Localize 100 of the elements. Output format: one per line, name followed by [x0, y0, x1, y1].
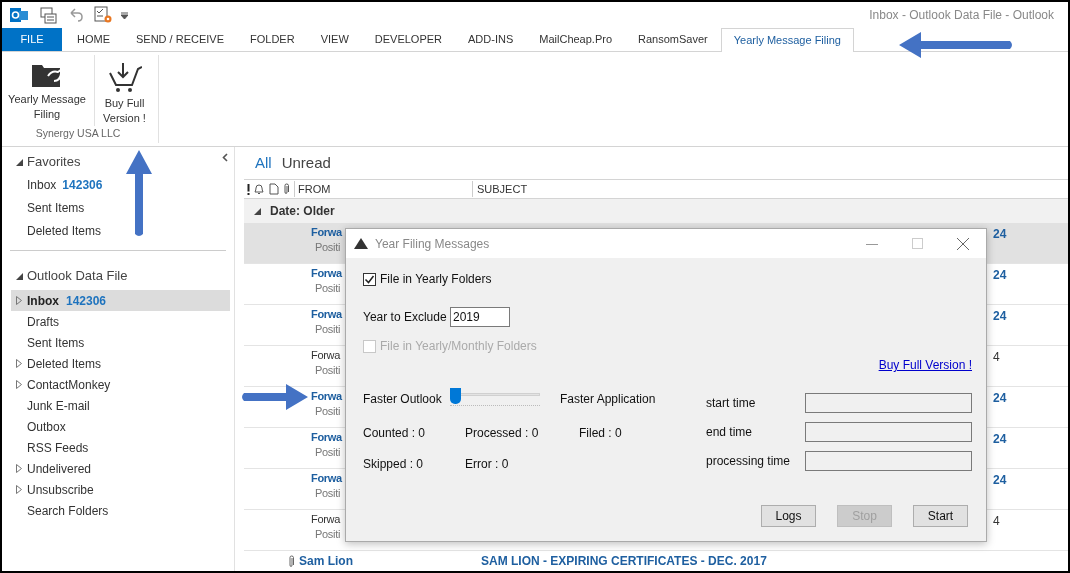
mountain-icon [354, 238, 368, 249]
buy-full-version-link[interactable]: Buy Full Version ! [878, 356, 972, 374]
cart-icon [107, 61, 142, 93]
folder-item[interactable]: Deleted Items [11, 353, 230, 374]
dialog-button[interactable]: Start [913, 505, 968, 527]
ribbon-group-label: Synergy USA LLC [34, 126, 122, 142]
slider-label: Faster Outlook [363, 391, 443, 408]
folder-item[interactable]: Sent Items [11, 332, 230, 353]
dropdown-icon[interactable] [121, 11, 128, 19]
ribbon-tab[interactable]: RansomSaver [625, 28, 721, 51]
preview-text: Positi [315, 363, 341, 378]
paperclip-icon [287, 554, 295, 568]
sender-text: Forwa [311, 430, 342, 445]
sender-text: Forwa [311, 471, 342, 486]
slider-thumb[interactable] [450, 388, 461, 404]
preview-text: Positi [315, 486, 341, 501]
column-heading[interactable]: FROM [294, 180, 472, 198]
filter-tab[interactable]: All [255, 151, 272, 175]
folder-item[interactable]: Search Folders [11, 500, 230, 521]
expand-triangle-icon[interactable] [16, 485, 22, 494]
message-row[interactable]: Sam Lion SAM LION - EXPIRING CERTIFICATES - DEC. 2017 [244, 551, 1068, 571]
window-title: Inbox - Outlook Data File - Outlook [869, 7, 1054, 24]
expand-triangle-icon[interactable] [16, 464, 22, 473]
undo-icon[interactable] [69, 8, 84, 22]
expand-triangle-icon[interactable] [16, 359, 22, 368]
preview-text: Positi [315, 240, 341, 255]
paperclip-icon[interactable] [282, 183, 290, 195]
time-text: 24 [992, 390, 1008, 407]
checkbox[interactable] [363, 272, 376, 286]
ribbon-tab[interactable]: DEVELOPER [361, 28, 456, 51]
checkbox-label: File in Yearly/Monthly Folders [380, 338, 537, 355]
field-label: start time [706, 395, 757, 412]
ribbon-tab[interactable]: HOME [64, 28, 123, 51]
collapse-triangle-icon[interactable] [16, 158, 23, 166]
field-label: Year to Exclude [363, 309, 448, 326]
time-text: 24 [992, 431, 1008, 448]
expand-triangle-icon[interactable] [16, 296, 22, 305]
time-text: 24 [992, 267, 1008, 284]
section-header[interactable]: Favorites [27, 152, 81, 172]
preview-text: Positi [315, 322, 341, 337]
time-field[interactable] [805, 393, 972, 413]
time-field[interactable] [805, 422, 972, 442]
collapse-pane-icon[interactable] [222, 153, 228, 162]
ribbon-tab[interactable]: FILE [2, 28, 62, 51]
stat-text: Filed : 0 [579, 425, 623, 442]
dialog-button[interactable]: Logs [761, 505, 816, 527]
ribbon-button[interactable]: Buy Full Version ! [94, 55, 154, 127]
outlook-app-icon[interactable] [10, 6, 28, 24]
folder-item[interactable]: Inbox 142306 [11, 290, 230, 311]
folder-item[interactable]: Deleted Items [2, 219, 234, 242]
unread-count: 142306 [66, 292, 107, 310]
folder-item[interactable]: Undelivered [11, 458, 230, 479]
time-field[interactable] [805, 451, 972, 471]
year-input-field[interactable]: 2019 [450, 307, 510, 327]
ribbon-tab[interactable]: SEND / RECEIVE [123, 28, 238, 51]
folder-item[interactable]: ContactMonkey [11, 374, 230, 395]
folder-item[interactable]: Junk E-mail [11, 395, 230, 416]
group-header[interactable]: Date: Older [244, 199, 1068, 223]
ribbon-tab[interactable]: Yearly Message Filing [720, 28, 854, 52]
filter-tab[interactable]: Unread [281, 151, 331, 175]
folder-item[interactable]: RSS Feeds [11, 437, 230, 458]
ribbon-tab[interactable]: ADD-INS [455, 28, 527, 51]
document-icon[interactable] [269, 183, 279, 195]
settings-icon[interactable] [94, 6, 113, 24]
bell-icon[interactable] [253, 183, 265, 195]
expand-triangle-icon[interactable] [16, 380, 22, 389]
column-heading[interactable]: SUBJECT [472, 180, 528, 198]
time-text: 24 [992, 308, 1008, 325]
slider-label: Faster Application [560, 391, 656, 408]
folder-item[interactable]: Outbox [11, 416, 230, 437]
sender-text: Forwa [311, 225, 342, 240]
folder-item[interactable]: Drafts [11, 311, 230, 332]
preview-text: Positi [315, 281, 341, 296]
annotation-arrow [240, 384, 308, 410]
folder-item[interactable]: Unsubscribe [11, 479, 230, 500]
field-label: end time [706, 424, 754, 441]
exclamation-icon[interactable] [247, 183, 250, 195]
time-text: 24 [992, 472, 1008, 489]
stat-text: Counted : 0 [363, 425, 427, 442]
collapse-triangle-icon[interactable] [254, 207, 261, 215]
preview-text: Positi [315, 527, 341, 542]
folder-item[interactable]: Sent Items [2, 196, 234, 219]
ribbon-tab[interactable]: VIEW [307, 28, 362, 51]
section-header[interactable]: Outlook Data File [27, 266, 128, 286]
preview-text: Positi [315, 445, 341, 460]
close-icon[interactable] [957, 237, 969, 250]
stat-text: Error : 0 [465, 456, 510, 473]
time-text: 24 [992, 226, 1008, 243]
stat-text: Skipped : 0 [363, 456, 425, 473]
sender-text: Forwa [311, 307, 342, 322]
ribbon-button[interactable]: Yearly Message Filing [2, 55, 92, 127]
sender-text: Forwa [311, 512, 341, 527]
time-text: 4 [992, 349, 1001, 366]
sender-text: Forwa [311, 266, 342, 281]
ribbon-tab[interactable]: MailCheap.Pro [526, 28, 626, 51]
folder-item[interactable]: Inbox 142306 [2, 173, 234, 196]
collapse-triangle-icon[interactable] [16, 272, 23, 280]
field-label: processing time [706, 453, 792, 470]
ribbon-tab[interactable]: FOLDER [237, 28, 308, 51]
send-receive-icon[interactable] [40, 6, 57, 24]
